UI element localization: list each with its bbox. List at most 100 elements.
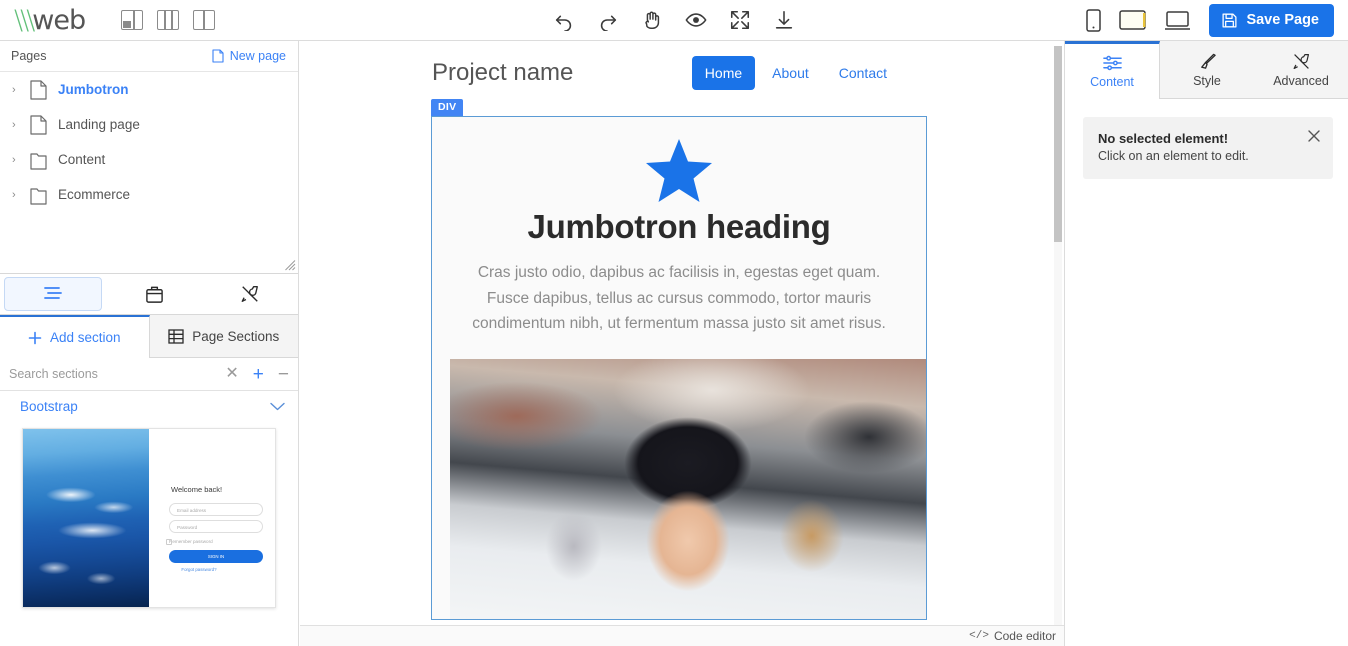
- mobile-icon[interactable]: [1086, 9, 1101, 32]
- brush-icon: [1198, 52, 1217, 71]
- left-sidebar: Pages New page › Jumbotron › Landing pag…: [0, 41, 299, 646]
- page-item-ecommerce[interactable]: › Ecommerce: [0, 177, 298, 212]
- right-sidebar: Content Style Advanced No selected eleme…: [1064, 41, 1348, 646]
- chevron-right-icon[interactable]: ›: [12, 119, 28, 131]
- layout-toggle-group: [121, 10, 215, 30]
- left-text-tab-group: Add section Page Sections: [0, 315, 298, 358]
- chevron-right-icon[interactable]: ›: [12, 154, 28, 166]
- nav-link-about[interactable]: About: [759, 56, 822, 90]
- folder-icon: [30, 185, 47, 205]
- minus-icon[interactable]: −: [278, 365, 289, 384]
- tools-icon: [1292, 52, 1311, 71]
- layout-sidebar-icon[interactable]: [193, 10, 215, 30]
- tab-sections[interactable]: [4, 277, 102, 311]
- star-icon: [646, 139, 712, 202]
- canvas-status-bar: </> Code editor: [300, 625, 1064, 646]
- floppy-disk-icon: [1221, 12, 1238, 29]
- tab-page-sections[interactable]: Page Sections: [150, 315, 299, 358]
- chevron-right-icon[interactable]: ›: [12, 84, 28, 96]
- undo-icon[interactable]: [553, 9, 575, 31]
- new-page-button[interactable]: New page: [212, 49, 286, 63]
- file-plus-icon: [212, 49, 224, 63]
- table-icon: [168, 329, 184, 344]
- chevron-right-icon[interactable]: ›: [12, 189, 28, 201]
- close-icon[interactable]: [1306, 128, 1322, 144]
- save-page-label: Save Page: [1246, 12, 1319, 28]
- plus-icon[interactable]: +: [253, 365, 264, 384]
- tab-tools[interactable]: [202, 274, 298, 314]
- thumbnail-forgot-link: Forgot password?: [149, 567, 249, 572]
- file-icon: [30, 80, 47, 100]
- sections-icon: [43, 285, 63, 303]
- layout-single-icon[interactable]: [121, 10, 143, 30]
- canvas-page-content: Project name Home About Contact DIV Jumb…: [300, 41, 1055, 620]
- page-item-label: Landing page: [58, 117, 140, 132]
- project-name[interactable]: Project name: [432, 59, 573, 87]
- code-editor-button[interactable]: </> Code editor: [969, 629, 1056, 643]
- jumbotron-heading[interactable]: Jumbotron heading: [450, 208, 908, 246]
- thumbnail-form-title: Welcome back!: [171, 485, 222, 494]
- thumbnail-signin-button: SIGN IN: [169, 550, 263, 563]
- eye-icon[interactable]: [685, 9, 707, 31]
- thumbnail-remember-checkbox: Remember password: [169, 539, 213, 544]
- page-item-landing-page[interactable]: › Landing page: [0, 107, 298, 142]
- tab-add-section[interactable]: Add section: [0, 315, 150, 358]
- element-type-badge: DIV: [431, 99, 463, 116]
- search-input[interactable]: [9, 367, 211, 381]
- tools-icon: [240, 284, 260, 304]
- tab-content[interactable]: Content: [1065, 41, 1160, 99]
- site-nav-links: Home About Contact: [692, 56, 900, 90]
- woman-in-beanie-photo[interactable]: [450, 359, 926, 619]
- tablet-icon[interactable]: [1119, 10, 1146, 30]
- login-section-thumbnail[interactable]: Welcome back! Email address Password Rem…: [22, 428, 276, 608]
- fullscreen-icon[interactable]: [729, 9, 751, 31]
- page-item-content[interactable]: › Content: [0, 142, 298, 177]
- nav-link-contact[interactable]: Contact: [826, 56, 900, 90]
- selected-element-wrapper: DIV Jumbotron heading Cras justo odio, d…: [431, 116, 927, 620]
- save-page-button[interactable]: Save Page: [1209, 4, 1334, 37]
- accordion-bootstrap[interactable]: Bootstrap: [0, 391, 298, 422]
- nav-link-home[interactable]: Home: [692, 56, 755, 90]
- thumbnail-password-field: Password: [169, 520, 263, 533]
- site-navbar: Project name Home About Contact: [300, 41, 1055, 104]
- no-selection-title: No selected element!: [1098, 131, 1319, 146]
- tab-blocks[interactable]: [106, 274, 202, 314]
- folder-icon: [30, 150, 47, 170]
- page-item-label: Content: [58, 152, 105, 167]
- logo-text: web: [32, 5, 85, 36]
- right-tab-group: Content Style Advanced: [1065, 41, 1348, 99]
- mountain-image: [23, 429, 149, 607]
- sliders-icon: [1102, 54, 1123, 72]
- app-logo[interactable]: \\\web: [14, 5, 85, 36]
- left-icon-tab-group: [0, 274, 298, 315]
- page-item-jumbotron[interactable]: › Jumbotron: [0, 72, 298, 107]
- pages-panel-header: Pages New page: [0, 41, 298, 72]
- search-sections-row: ✕ + −: [0, 358, 298, 391]
- chevron-down-icon[interactable]: [270, 402, 285, 411]
- pages-title: Pages: [11, 49, 46, 63]
- no-selection-subtitle: Click on an element to edit.: [1098, 149, 1319, 163]
- section-thumbnail-list: Welcome back! Email address Password Rem…: [0, 422, 298, 608]
- editor-canvas[interactable]: Project name Home About Contact DIV Jumb…: [300, 41, 1064, 646]
- redo-icon[interactable]: [597, 9, 619, 31]
- page-item-label: Ecommerce: [58, 187, 130, 202]
- layout-split-icon[interactable]: [157, 10, 179, 30]
- desktop-icon[interactable]: [1164, 10, 1191, 31]
- jumbotron-section[interactable]: Jumbotron heading Cras justo odio, dapib…: [431, 116, 927, 620]
- tab-add-section-label: Add section: [50, 330, 121, 345]
- tab-style-label: Style: [1193, 74, 1221, 88]
- close-icon[interactable]: ✕: [225, 366, 238, 382]
- panel-resize-handle[interactable]: [284, 259, 296, 271]
- blocks-icon: [145, 285, 164, 304]
- tab-content-label: Content: [1090, 75, 1134, 89]
- code-icon: </>: [969, 630, 989, 642]
- plus-icon: [28, 331, 42, 345]
- hand-icon[interactable]: [641, 9, 663, 31]
- download-icon[interactable]: [773, 9, 795, 31]
- top-toolbar: \\\web: [0, 0, 1348, 41]
- canvas-scrollbar-thumb[interactable]: [1054, 46, 1062, 242]
- code-editor-label: Code editor: [994, 629, 1056, 643]
- jumbotron-paragraph[interactable]: Cras justo odio, dapibus ac facilisis in…: [450, 260, 908, 337]
- tab-advanced[interactable]: Advanced: [1254, 41, 1348, 99]
- tab-style[interactable]: Style: [1160, 41, 1254, 99]
